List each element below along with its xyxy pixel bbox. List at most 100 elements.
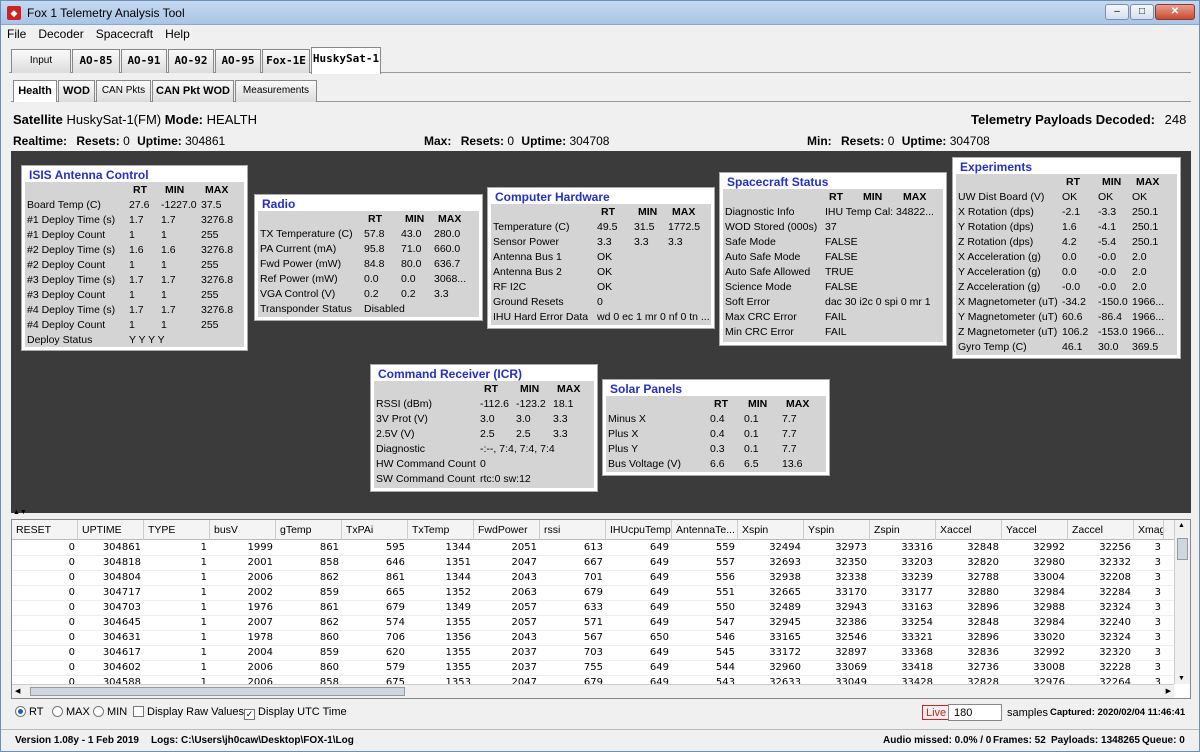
menu-file[interactable]: File <box>1 25 32 41</box>
menu-help[interactable]: Help <box>159 25 196 41</box>
radio-icon[interactable] <box>52 706 63 717</box>
column-header[interactable]: FwdPower <box>474 520 540 540</box>
column-header-min: MIN <box>863 191 883 203</box>
tab-can-pkt-wod[interactable]: CAN Pkt WOD <box>152 80 234 102</box>
table-row[interactable]: 0 304804 1 2006 862 861 1344 2043 701 649 556 32938… <box>12 571 1174 586</box>
table-cell: 32208 <box>1099 572 1131 583</box>
live-button[interactable]: Live <box>922 705 951 720</box>
table-row[interactable]: 0 304602 1 2006 860 579 1355 2037 755 649 544 32960… <box>12 661 1174 676</box>
table-row[interactable]: 0 304703 1 1976 861 679 1349 2057 633 649 550 32489… <box>12 601 1174 616</box>
tab-huskysat-1[interactable]: HuskySat-1 <box>311 47 381 74</box>
max-radio[interactable]: MAX <box>52 706 90 718</box>
value-max: 3276.8 <box>201 304 234 316</box>
scroll-left-icon[interactable]: ◀ <box>15 687 20 695</box>
column-header[interactable]: Zspin <box>870 520 936 540</box>
close-button[interactable]: ✕ <box>1155 4 1195 20</box>
column-header[interactable]: AntennaTe... <box>672 520 738 540</box>
table-row[interactable]: 0 304717 1 2002 859 665 1352 2063 679 649 551 32665… <box>12 586 1174 601</box>
utc-time-checkbox[interactable]: ✓ Display UTC Time <box>244 706 347 720</box>
value-min: 31.5 <box>634 221 655 233</box>
vertical-scrollbar[interactable]: ▲ ▼ <box>1174 520 1190 684</box>
samples-input[interactable]: 180 <box>948 704 1002 721</box>
value-min: 30.0 <box>1098 341 1119 353</box>
value-rt: 1 <box>129 259 135 271</box>
value-min: 3.0 <box>516 413 531 425</box>
table-row[interactable]: 0 304617 1 2004 859 620 1355 2037 703 649 545 33172… <box>12 646 1174 661</box>
column-header[interactable]: UPTIME <box>78 520 144 540</box>
field-label: Min CRC Error <box>725 326 794 338</box>
column-header[interactable]: Xspin <box>738 520 804 540</box>
table-row[interactable]: 0 304861 1 1999 861 595 1344 2051 613 649 559 32494… <box>12 541 1174 556</box>
column-header[interactable]: TxTemp <box>408 520 474 540</box>
column-header[interactable]: busV <box>210 520 276 540</box>
column-header[interactable]: IHUcpuTemp <box>606 520 672 540</box>
column-header[interactable]: gTemp <box>276 520 342 540</box>
column-header[interactable]: Yaccel <box>1002 520 1068 540</box>
field-label: #2 Deploy Time (s) <box>27 244 116 256</box>
table-row[interactable]: 0 304645 1 2007 862 574 1355 2057 571 649 547 32945… <box>12 616 1174 631</box>
table-row[interactable]: 0 304631 1 1978 860 706 1356 2043 567 650 546 33165… <box>12 631 1174 646</box>
maximize-button[interactable]: □ <box>1130 4 1154 20</box>
menu-decoder[interactable]: Decoder <box>32 25 89 41</box>
splitter-arrows-icon[interactable]: ▲▼ <box>13 509 27 516</box>
value-min: 1 <box>161 319 167 331</box>
table-cell: 32992 <box>1033 542 1065 553</box>
table-cell: 32880 <box>967 587 999 598</box>
tab-input[interactable]: Input <box>11 49 71 73</box>
table-cell: 556 <box>715 572 735 583</box>
column-header[interactable]: Xmag <box>1134 520 1164 540</box>
column-header[interactable]: RESET <box>12 520 78 540</box>
horizontal-scrollbar[interactable]: ◀ ▶ <box>12 684 1174 698</box>
tab-ao-95[interactable]: AO-95 <box>215 49 261 73</box>
scroll-up-icon[interactable]: ▲ <box>1178 522 1185 529</box>
spacecraft-tabs: Input AO-85 AO-91 AO-92 AO-95 Fox-1E Hus… <box>9 47 1191 74</box>
value-rt: wd 0 ec 1 mr 0 nf 0 tn ... <box>597 311 710 323</box>
tab-health[interactable]: Health <box>13 80 57 102</box>
value-max: 250.1 <box>1132 236 1159 248</box>
column-header[interactable]: rssi <box>540 520 606 540</box>
table-cell: 32240 <box>1099 617 1131 628</box>
table-cell: 32943 <box>835 602 867 613</box>
raw-values-checkbox[interactable]: Display Raw Values <box>133 706 244 718</box>
menu-spacecraft[interactable]: Spacecraft <box>90 25 159 41</box>
tab-fox-1e[interactable]: Fox-1E <box>262 49 310 73</box>
value-max: 3.3 <box>553 413 568 425</box>
table-cell: 649 <box>649 617 669 628</box>
tab-ao-85[interactable]: AO-85 <box>72 49 120 73</box>
scroll-down-icon[interactable]: ▼ <box>1178 675 1185 682</box>
column-header-rt: RT <box>484 383 498 395</box>
radio-selected-icon[interactable] <box>15 706 26 717</box>
value-rt: 2.5 <box>480 428 495 440</box>
column-header[interactable]: Xaccel <box>936 520 1002 540</box>
min-radio[interactable]: MIN <box>93 706 127 718</box>
checkbox-icon[interactable] <box>133 706 144 717</box>
column-header[interactable]: TYPE <box>144 520 210 540</box>
tab-can-pkts[interactable]: CAN Pkts <box>96 80 151 102</box>
minimize-button[interactable]: – <box>1105 4 1129 20</box>
tab-ao-91[interactable]: AO-91 <box>121 49 167 73</box>
field-label: X Rotation (dps) <box>958 206 1034 218</box>
horizontal-scroll-thumb[interactable] <box>30 687 405 696</box>
tab-measurements[interactable]: Measurements <box>235 80 317 102</box>
table-cell: 3 <box>1154 542 1161 553</box>
checkbox-checked-icon[interactable]: ✓ <box>244 709 255 720</box>
column-header[interactable]: Yspin <box>804 520 870 540</box>
rt-radio[interactable]: RT <box>15 706 43 718</box>
radio-icon[interactable] <box>93 706 104 717</box>
payloads-value: 248 <box>1164 112 1187 127</box>
vertical-scroll-thumb[interactable] <box>1177 538 1188 560</box>
scroll-right-icon[interactable]: ▶ <box>1166 687 1171 695</box>
value-max: 3068... <box>434 273 467 285</box>
table-cell: 3 <box>1154 602 1161 613</box>
column-header[interactable]: TxPAi <box>342 520 408 540</box>
tab-wod[interactable]: WOD <box>58 80 95 102</box>
column-header-min: MIN <box>520 383 540 395</box>
table-cell: 613 <box>583 542 603 553</box>
table-row[interactable]: 0 304818 1 2001 858 646 1351 2047 667 649 557 32693… <box>12 556 1174 571</box>
table-cell: 2006 <box>247 662 273 673</box>
tab-ao-92[interactable]: AO-92 <box>168 49 214 73</box>
table-cell: 32960 <box>769 662 801 673</box>
column-header[interactable]: Zaccel <box>1068 520 1134 540</box>
queue-count: Queue: 0 <box>1142 735 1185 746</box>
logs-path: Logs: C:\Users\jh0caw\Desktop\FOX-1\Log <box>151 735 354 746</box>
